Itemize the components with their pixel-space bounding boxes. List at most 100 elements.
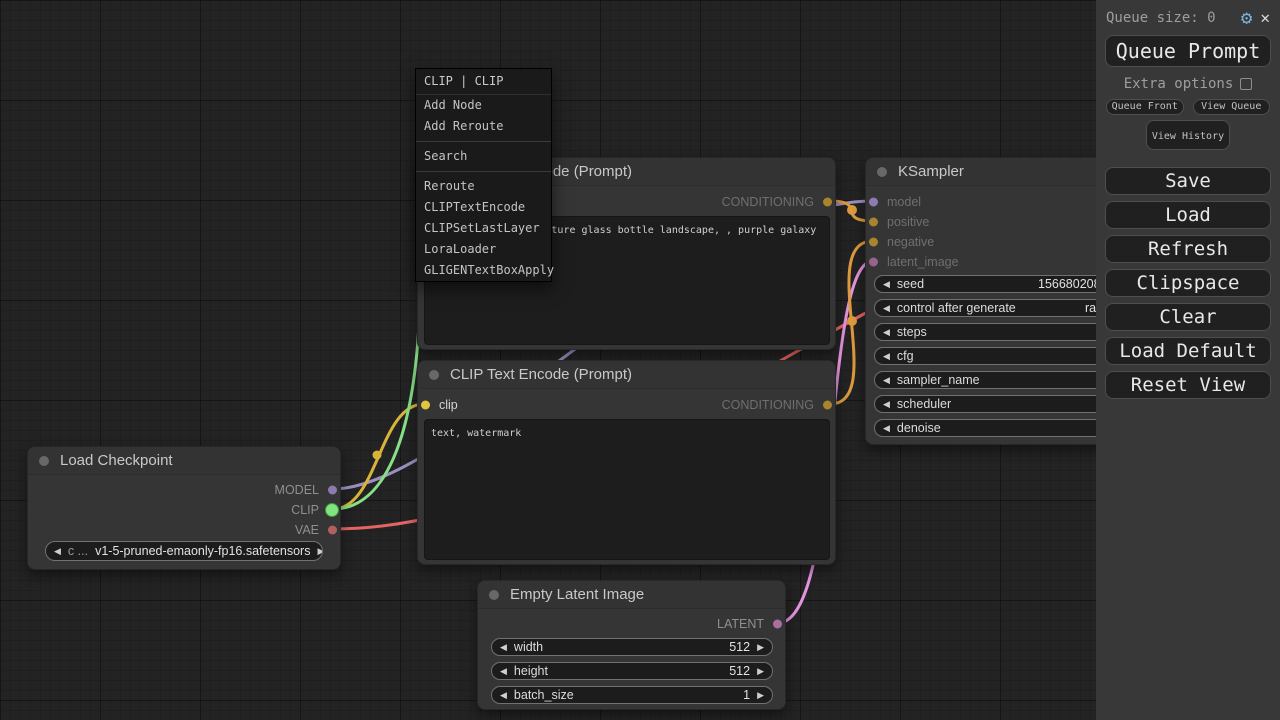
vae-output-dot[interactable]	[328, 526, 337, 535]
slot-label: CONDITIONING	[722, 195, 814, 209]
widget-label: seed	[897, 277, 924, 291]
queue-front-button[interactable]: Queue Front	[1106, 99, 1184, 115]
output-slot-vae[interactable]: VAE	[28, 520, 340, 540]
widget-label: denoise	[897, 421, 941, 435]
reset-view-button[interactable]: Reset View	[1105, 371, 1271, 399]
queue-size-label: Queue size: 0	[1106, 10, 1233, 26]
widget-value[interactable]: v1-5-pruned-emaonly-fp16.safetensors	[95, 544, 310, 558]
next-arrow-icon[interactable]: ▶	[317, 542, 323, 560]
node-clip-text-encode-negative[interactable]: CLIP Text Encode (Prompt) clip CONDITION…	[417, 360, 836, 565]
increment-arrow-icon[interactable]: ▶	[757, 686, 764, 704]
link-middot-clip	[373, 451, 382, 460]
widget-height[interactable]: ◀ height 512 ▶	[491, 662, 773, 680]
menu-item-cliptextencode[interactable]: CLIPTextEncode	[416, 197, 551, 218]
decrement-arrow-icon[interactable]: ◀	[500, 638, 507, 656]
collapse-dot-icon[interactable]	[877, 167, 887, 177]
model-output-dot[interactable]	[328, 486, 337, 495]
load-button[interactable]: Load	[1105, 201, 1271, 229]
decrement-arrow-icon[interactable]: ◀	[883, 347, 890, 365]
menu-item-gligentextboxapply[interactable]: GLIGENTextBoxApply	[416, 260, 551, 281]
increment-arrow-icon[interactable]: ▶	[757, 662, 764, 680]
menu-separator	[416, 171, 551, 172]
conditioning-output-dot[interactable]	[823, 401, 832, 410]
view-queue-button[interactable]: View Queue	[1193, 99, 1271, 115]
decrement-arrow-icon[interactable]: ◀	[883, 299, 890, 317]
queue-buttons-row: Queue Front View Queue	[1106, 99, 1270, 115]
widget-value[interactable]: 512	[729, 640, 750, 654]
latent-output-dot[interactable]	[773, 620, 782, 629]
refresh-button[interactable]: Refresh	[1105, 235, 1271, 263]
link-middot-negative	[847, 316, 857, 326]
slot-label: MODEL	[275, 483, 319, 497]
queue-prompt-button[interactable]: Queue Prompt	[1105, 35, 1271, 67]
settings-gear-icon[interactable]: ⚙	[1241, 10, 1252, 26]
menu-item-reroute[interactable]: Reroute	[416, 176, 551, 197]
conditioning-output-dot[interactable]	[823, 198, 832, 207]
clear-button[interactable]: Clear	[1105, 303, 1271, 331]
node-load-checkpoint[interactable]: Load Checkpoint MODEL CLIP VAE ◀ c ... v…	[27, 446, 341, 570]
slot-label: CLIP	[291, 503, 319, 517]
sidebar-button-stack: Save Load Refresh Clipspace Clear Load D…	[1105, 167, 1271, 399]
sidebar: Queue size: 0 ⚙ ✕ Queue Prompt Extra opt…	[1096, 0, 1280, 720]
output-slot-clip[interactable]: CLIP	[28, 500, 340, 520]
decrement-arrow-icon[interactable]: ◀	[883, 395, 890, 413]
increment-arrow-icon[interactable]: ▶	[757, 638, 764, 656]
context-menu-title: CLIP | CLIP	[416, 69, 551, 95]
decrement-arrow-icon[interactable]: ◀	[883, 323, 890, 341]
view-history-row: View History	[1096, 120, 1280, 150]
collapse-dot-icon[interactable]	[39, 456, 49, 466]
save-button[interactable]: Save	[1105, 167, 1271, 195]
widget-label: control after generate	[897, 301, 1016, 315]
decrement-arrow-icon[interactable]: ◀	[500, 686, 507, 704]
node-title-bar[interactable]: Empty Latent Image	[478, 581, 785, 609]
slot-label: VAE	[295, 523, 319, 537]
slot-label: model	[887, 195, 921, 209]
positive-input-dot[interactable]	[869, 218, 878, 227]
context-menu: CLIP | CLIP Add Node Add Reroute Search …	[415, 68, 552, 282]
menu-item-loraloader[interactable]: LoraLoader	[416, 239, 551, 260]
output-slot-conditioning[interactable]: CONDITIONING	[418, 395, 835, 415]
widget-ckpt-name[interactable]: ◀ c ... v1-5-pruned-emaonly-fp16.safeten…	[45, 541, 323, 561]
wire-dragging-clip[interactable]	[333, 282, 420, 509]
node-title-bar[interactable]: CLIP Text Encode (Prompt)	[418, 361, 835, 389]
clipspace-button[interactable]: Clipspace	[1105, 269, 1271, 297]
node-canvas[interactable]: CLIP Text Encode (Prompt) clip CONDITION…	[0, 0, 1280, 720]
collapse-dot-icon[interactable]	[489, 590, 499, 600]
menu-item-search[interactable]: Search	[416, 146, 551, 167]
view-history-button[interactable]: View History	[1146, 120, 1230, 150]
widget-label: height	[514, 664, 548, 678]
output-slot-model[interactable]: MODEL	[28, 480, 340, 500]
extra-options-label: Extra options	[1124, 76, 1234, 92]
latent-image-input-dot[interactable]	[869, 258, 878, 267]
node-title-label: Empty Latent Image	[510, 586, 644, 603]
widget-width[interactable]: ◀ width 512 ▶	[491, 638, 773, 656]
decrement-arrow-icon[interactable]: ◀	[883, 371, 890, 389]
prompt-textarea[interactable]: text, watermark	[424, 419, 830, 560]
menu-item-add-node[interactable]: Add Node	[416, 95, 551, 116]
output-slot-latent[interactable]: LATENT	[478, 614, 785, 634]
negative-input-dot[interactable]	[869, 238, 878, 247]
decrement-arrow-icon[interactable]: ◀	[883, 275, 890, 293]
clip-output-dot-highlighted[interactable]	[325, 503, 339, 517]
menu-item-add-reroute[interactable]: Add Reroute	[416, 116, 551, 137]
widget-value[interactable]: 1	[743, 688, 750, 702]
widget-label: sampler_name	[897, 373, 980, 387]
close-icon[interactable]: ✕	[1260, 10, 1270, 26]
decrement-arrow-icon[interactable]: ◀	[883, 419, 890, 437]
widget-batch-size[interactable]: ◀ batch_size 1 ▶	[491, 686, 773, 704]
node-empty-latent-image[interactable]: Empty Latent Image LATENT ◀ width 512 ▶ …	[477, 580, 786, 710]
widget-label: width	[514, 640, 543, 654]
slot-label: negative	[887, 235, 934, 249]
prev-arrow-icon[interactable]: ◀	[54, 542, 61, 560]
decrement-arrow-icon[interactable]: ◀	[500, 662, 507, 680]
widget-label: batch_size	[514, 688, 574, 702]
extra-options-row: Extra options	[1096, 76, 1280, 92]
menu-item-clipsetlastlayer[interactable]: CLIPSetLastLayer	[416, 218, 551, 239]
load-default-button[interactable]: Load Default	[1105, 337, 1271, 365]
collapse-dot-icon[interactable]	[429, 370, 439, 380]
node-title-bar[interactable]: Load Checkpoint	[28, 447, 340, 475]
extra-options-checkbox[interactable]	[1240, 78, 1252, 90]
widget-value[interactable]: 512	[729, 664, 750, 678]
queue-size-row: Queue size: 0 ⚙ ✕	[1096, 0, 1280, 26]
model-input-dot[interactable]	[869, 198, 878, 207]
